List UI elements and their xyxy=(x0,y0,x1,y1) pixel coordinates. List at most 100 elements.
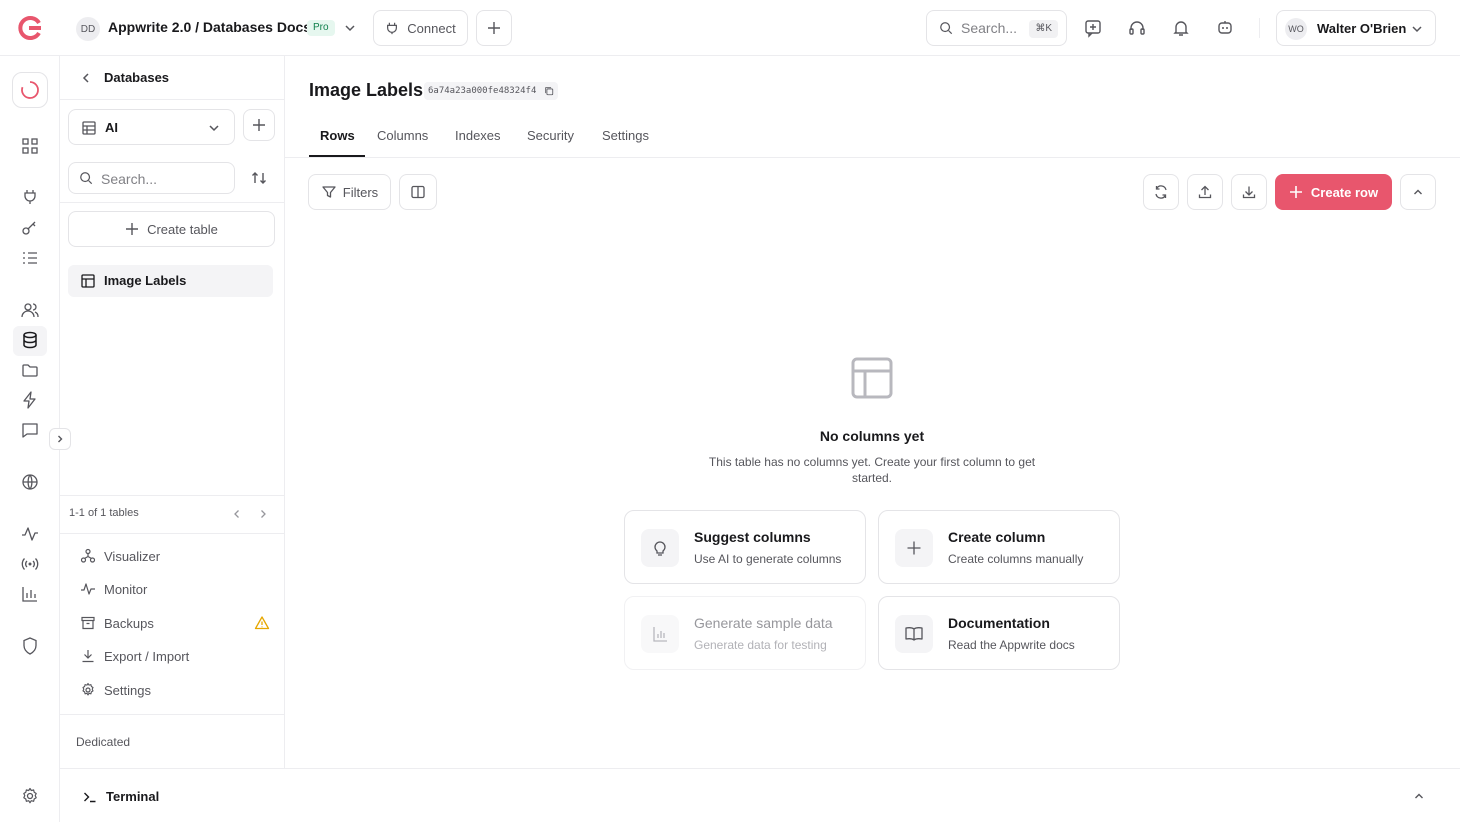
generate-sample-data-card[interactable]: Generate sample data Generate data for t… xyxy=(624,596,866,670)
list-check-icon[interactable] xyxy=(20,248,40,268)
project-overview-icon[interactable] xyxy=(12,72,48,108)
card-title: Generate sample data xyxy=(694,615,833,631)
lightning-icon[interactable] xyxy=(20,390,40,410)
sidebar-link-backups[interactable]: Backups xyxy=(80,613,270,633)
key-icon[interactable] xyxy=(20,218,40,238)
tab-settings[interactable]: Settings xyxy=(602,128,649,143)
card-title: Create column xyxy=(948,529,1046,545)
card-description: Read the Appwrite docs xyxy=(948,638,1075,652)
empty-table-icon xyxy=(850,356,894,400)
plus-icon xyxy=(125,222,139,236)
headset-icon[interactable] xyxy=(1127,18,1147,38)
book-icon xyxy=(895,615,933,653)
shield-icon[interactable] xyxy=(20,636,40,656)
activity-icon[interactable] xyxy=(20,524,40,544)
bell-icon[interactable] xyxy=(1171,18,1191,38)
filters-button[interactable]: Filters xyxy=(308,174,391,210)
table-grid-icon xyxy=(80,273,96,289)
add-button[interactable] xyxy=(476,10,512,46)
plug-icon xyxy=(385,21,399,35)
card-title: Suggest columns xyxy=(694,529,811,545)
add-database-button[interactable] xyxy=(243,109,275,141)
overview-grid-icon[interactable] xyxy=(20,136,40,156)
chevron-left-icon[interactable] xyxy=(230,507,244,521)
plan-badge: Pro xyxy=(307,20,335,36)
project-avatar[interactable]: DD xyxy=(76,17,100,41)
plus-icon xyxy=(1289,185,1303,199)
create-table-button[interactable]: Create table xyxy=(68,211,275,247)
sidebar-link-export-import[interactable]: Export / Import xyxy=(80,646,189,666)
back-button[interactable] xyxy=(78,70,94,86)
connect-button[interactable]: Connect xyxy=(373,10,468,46)
table-search-input[interactable]: Search... xyxy=(68,162,235,194)
sidebar-link-visualizer[interactable]: Visualizer xyxy=(80,546,160,566)
plus-icon xyxy=(895,529,933,567)
visualizer-icon xyxy=(80,548,96,564)
chevron-up-icon[interactable] xyxy=(1412,789,1426,803)
table-id-chip[interactable]: 6a74a23a000fe48324f4 xyxy=(424,82,559,100)
card-description: Create columns manually xyxy=(948,552,1084,566)
create-column-card[interactable]: Create column Create columns manually xyxy=(878,510,1120,584)
filter-icon xyxy=(321,184,337,200)
globe-icon[interactable] xyxy=(20,472,40,492)
activity-icon xyxy=(80,581,96,597)
sidebar-divider xyxy=(60,495,284,496)
tab-security[interactable]: Security xyxy=(527,128,574,143)
search-placeholder: Search... xyxy=(961,20,1018,36)
sidebar-link-label: Monitor xyxy=(104,581,148,597)
create-table-label: Create table xyxy=(147,221,218,237)
tabs-divider xyxy=(285,157,1460,158)
bar-chart-icon[interactable] xyxy=(20,584,40,604)
sidebar-link-monitor[interactable]: Monitor xyxy=(80,579,147,599)
gear-icon[interactable] xyxy=(20,786,40,806)
card-title: Documentation xyxy=(948,615,1050,631)
database-selected-label: AI xyxy=(105,120,118,135)
terminal-label: Terminal xyxy=(106,789,160,804)
feedback-icon[interactable] xyxy=(1083,18,1103,38)
sidebar-link-label: Export / Import xyxy=(104,648,190,664)
broadcast-icon[interactable] xyxy=(20,554,40,574)
gear-icon xyxy=(80,682,96,698)
assistant-icon[interactable] xyxy=(1215,18,1235,38)
sidebar-link-label: Settings xyxy=(104,682,151,698)
upload-button[interactable] xyxy=(1187,174,1223,210)
plug-icon[interactable] xyxy=(20,187,40,207)
databases-sidebar: Databases AI Search... Create table Imag… xyxy=(60,56,285,768)
filters-label: Filters xyxy=(342,184,379,200)
sidebar-divider xyxy=(60,202,284,203)
appwrite-logo-icon[interactable] xyxy=(16,14,44,42)
tab-rows[interactable]: Rows xyxy=(320,128,355,143)
table-pager-text: 1-1 of 1 tables xyxy=(69,507,139,519)
global-search-input[interactable]: Search... ⌘K xyxy=(926,10,1067,46)
columns-view-button[interactable] xyxy=(399,174,437,210)
active-tab-indicator xyxy=(309,155,365,157)
chevron-right-icon[interactable] xyxy=(256,507,270,521)
card-description: Use AI to generate columns xyxy=(694,552,842,566)
folder-icon[interactable] xyxy=(20,360,40,380)
database-select[interactable]: AI xyxy=(68,109,235,145)
download-button[interactable] xyxy=(1231,174,1267,210)
suggest-columns-card[interactable]: Suggest columns Use AI to generate colum… xyxy=(624,510,866,584)
sort-icon[interactable] xyxy=(250,169,268,187)
create-row-button[interactable]: Create row xyxy=(1275,174,1392,210)
chevron-down-icon[interactable] xyxy=(342,20,358,36)
project-name[interactable]: Appwrite 2.0 / Databases Docs xyxy=(108,19,311,35)
tab-columns[interactable]: Columns xyxy=(377,128,428,143)
sidebar-header: Databases xyxy=(60,56,284,100)
terminal-bar[interactable]: Terminal xyxy=(60,768,1460,822)
user-menu-button[interactable]: WO Walter O'Brien xyxy=(1276,10,1436,46)
sidebar-link-settings[interactable]: Settings xyxy=(80,680,151,700)
expand-sidebar-button[interactable] xyxy=(49,428,71,450)
documentation-card[interactable]: Documentation Read the Appwrite docs xyxy=(878,596,1120,670)
collapse-toolbar-button[interactable] xyxy=(1400,174,1436,210)
database-icon[interactable] xyxy=(20,330,40,350)
top-bar: DD Appwrite 2.0 / Databases Docs Pro Con… xyxy=(0,0,1460,56)
users-icon[interactable] xyxy=(20,300,40,320)
lightbulb-icon xyxy=(641,529,679,567)
empty-state-description: This table has no columns yet. Create yo… xyxy=(708,455,1036,485)
tab-indexes[interactable]: Indexes xyxy=(455,128,501,143)
search-icon xyxy=(79,171,93,185)
sidebar-item-image-labels[interactable]: Image Labels xyxy=(68,265,273,297)
topbar-divider xyxy=(1259,18,1260,38)
refresh-button[interactable] xyxy=(1143,174,1179,210)
